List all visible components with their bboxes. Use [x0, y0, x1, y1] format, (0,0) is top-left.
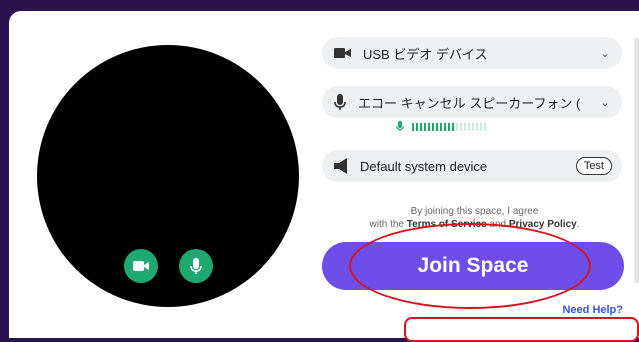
microphone-select-label: エコー キャンセル スピーカーフォン ( — [358, 95, 581, 111]
chevron-down-icon: ⌄ — [600, 96, 610, 109]
video-camera-icon — [334, 48, 351, 58]
microphone-icon — [334, 93, 346, 110]
mic-level-bar — [436, 122, 438, 131]
microphone-icon — [190, 257, 202, 274]
video-camera-icon — [133, 261, 149, 271]
mic-level-bar — [456, 122, 458, 131]
agreement-suffix: . — [576, 219, 580, 230]
mic-level-bar — [440, 122, 442, 131]
need-help-link[interactable]: Need Help? — [562, 304, 623, 316]
mic-level-bar — [416, 122, 418, 131]
mic-level-bar — [452, 122, 454, 131]
speaker-select-label: Default system device — [360, 158, 488, 174]
mic-level-bar — [412, 122, 414, 131]
mic-level-bar — [464, 122, 466, 131]
mic-level-bar — [420, 122, 422, 131]
mic-level-bar — [432, 122, 434, 131]
camera-toggle-button[interactable] — [124, 249, 158, 283]
mic-level-bar — [472, 122, 474, 131]
mic-level-bar — [460, 122, 462, 131]
test-speaker-button[interactable]: Test — [575, 157, 612, 175]
mic-level-meter — [396, 121, 486, 132]
camera-select-label: USB ビデオ デバイス — [363, 46, 488, 62]
annotation-ellipse — [349, 223, 591, 309]
speaker-icon — [334, 158, 347, 174]
scrollbar[interactable] — [634, 38, 639, 283]
mic-level-bar — [428, 122, 430, 131]
speaker-select[interactable]: Default system device Test — [322, 150, 622, 182]
annotation-box — [404, 317, 639, 342]
video-preview — [37, 45, 299, 307]
microphone-icon — [396, 121, 404, 132]
mic-level-bar — [424, 122, 426, 131]
camera-select[interactable]: USB ビデオ デバイス ⌄ — [322, 37, 622, 69]
agreement-prefix: with the — [369, 219, 407, 230]
microphone-select[interactable]: エコー キャンセル スピーカーフォン ( ⌄ — [322, 86, 622, 118]
chevron-down-icon: ⌄ — [600, 47, 610, 60]
agreement-line1: By joining this space, I agree — [410, 206, 539, 217]
mic-level-bar — [480, 122, 482, 131]
microphone-toggle-button[interactable] — [179, 249, 213, 283]
mic-level-bar — [476, 122, 478, 131]
mic-level-bar — [468, 122, 470, 131]
mic-level-bar — [448, 122, 450, 131]
mic-level-bars — [412, 122, 486, 131]
mic-level-bar — [484, 122, 486, 131]
mic-level-bar — [444, 122, 446, 131]
